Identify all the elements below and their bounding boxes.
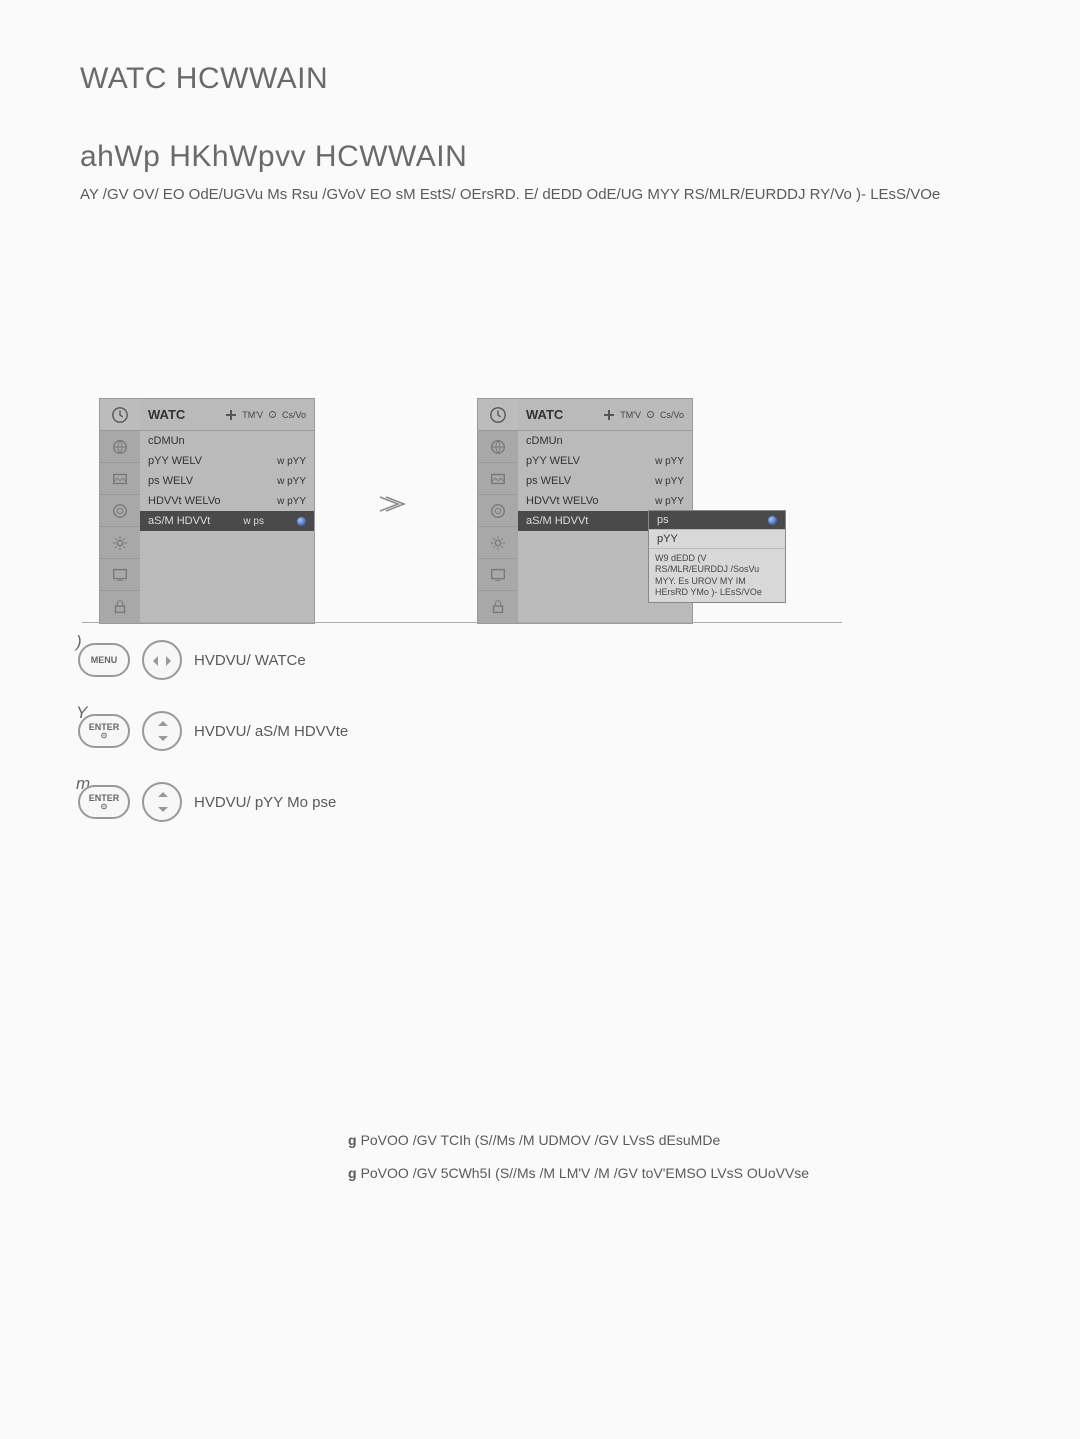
lock-icon[interactable] bbox=[100, 591, 140, 623]
arrow-right-icon bbox=[378, 493, 408, 522]
osd-header: WATC TM'V Cs/Vo bbox=[518, 399, 692, 431]
step-text: HVDVU/ pYY Mo pse bbox=[194, 794, 336, 811]
submenu-note: W9 dEDD (V RS/MLR/EURDDJ /SosVu MYY. Es … bbox=[649, 549, 785, 602]
osd-row-value: w pYY bbox=[655, 456, 684, 467]
osd-row-label: cDMUn bbox=[526, 435, 563, 447]
footer-note-2: gPoVOO /GV 5CWh5I (S//Ms /M LM'V /M /GV … bbox=[348, 1165, 809, 1181]
enter-dot-icon bbox=[768, 516, 777, 525]
globe-icon[interactable] bbox=[100, 431, 140, 463]
button-label: MENU bbox=[91, 656, 118, 665]
osd-row-label: HDVVt WELVo bbox=[526, 495, 599, 507]
gear-icon[interactable] bbox=[478, 527, 518, 559]
enter-dot-icon bbox=[297, 517, 306, 526]
screen-icon[interactable] bbox=[478, 559, 518, 591]
submenu-option-off[interactable]: pYY bbox=[649, 530, 785, 549]
lock-icon[interactable] bbox=[478, 591, 518, 623]
osd-row-label: pYY WELV bbox=[526, 455, 580, 467]
osd-row[interactable]: pYY WELV w pYY bbox=[518, 451, 692, 471]
enter-dot-icon bbox=[269, 411, 276, 418]
osd-row-label: cDMUn bbox=[148, 435, 185, 447]
osd-row-label: aS/M HDVVt bbox=[526, 515, 588, 527]
screen-icon[interactable] bbox=[100, 559, 140, 591]
osd-title: WATC bbox=[148, 407, 185, 422]
osd-row-value: w pYY bbox=[277, 476, 306, 487]
page-title: WATC HCWWAIN bbox=[80, 62, 328, 96]
osd-row[interactable]: cDMUn bbox=[140, 431, 314, 451]
target-icon[interactable] bbox=[100, 495, 140, 527]
osd-row-value: w pYY bbox=[277, 496, 306, 507]
footer-note-1: gPoVOO /GV TCIh (S//Ms /M UDMOV /GV LVsS… bbox=[348, 1132, 720, 1148]
enter-button[interactable]: ENTER⊙ bbox=[78, 714, 130, 748]
target-icon[interactable] bbox=[478, 495, 518, 527]
move-icon bbox=[604, 410, 614, 420]
osd-row[interactable]: pYY WELV w pYY bbox=[140, 451, 314, 471]
osd-row-value: w ps bbox=[243, 516, 264, 527]
step-text: HVDVU/ aS/M HDVVte bbox=[194, 723, 348, 740]
dpad-up-down[interactable] bbox=[142, 782, 182, 822]
osd-padding bbox=[140, 531, 314, 623]
picture-icon[interactable] bbox=[100, 463, 140, 495]
clock-icon[interactable] bbox=[478, 399, 518, 431]
osd-row-label: aS/M HDVVt bbox=[148, 515, 210, 527]
osd-submenu: ps pYY W9 dEDD (V RS/MLR/EURDDJ /SosVu M… bbox=[648, 510, 786, 603]
step-3: m ENTER⊙ HVDVU/ pYY Mo pse bbox=[78, 782, 336, 822]
osd-row-value: w pYY bbox=[655, 476, 684, 487]
osd-row-label: HDVVt WELVo bbox=[148, 495, 221, 507]
picture-icon[interactable] bbox=[478, 463, 518, 495]
osd-row[interactable]: HDVVt WELVo w pYY bbox=[518, 491, 692, 511]
osd-title: WATC bbox=[526, 407, 563, 422]
header-enter-label: Cs/Vo bbox=[660, 410, 684, 420]
osd-row-selected[interactable]: aS/M HDVVt w ps bbox=[140, 511, 314, 531]
header-move-label: TM'V bbox=[620, 410, 641, 420]
osd-row[interactable]: ps WELV w pYY bbox=[518, 471, 692, 491]
osd-row-value: w pYY bbox=[277, 456, 306, 467]
footer-text: PoVOO /GV TCIh (S//Ms /M UDMOV /GV LVsS … bbox=[361, 1132, 721, 1148]
enter-button[interactable]: ENTER⊙ bbox=[78, 785, 130, 819]
osd-row-label: ps WELV bbox=[526, 475, 571, 487]
move-icon bbox=[226, 410, 236, 420]
osd-row[interactable]: HDVVt WELVo w pYY bbox=[140, 491, 314, 511]
submenu-option-on[interactable]: ps bbox=[649, 511, 785, 530]
enter-dot-icon bbox=[647, 411, 654, 418]
osd-row-value: w pYY bbox=[655, 496, 684, 507]
header-enter-label: Cs/Vo bbox=[282, 410, 306, 420]
step-1: ) MENU HVDVU/ WATCe bbox=[78, 640, 306, 680]
step-text: HVDVU/ WATCe bbox=[194, 652, 306, 669]
globe-icon[interactable] bbox=[478, 431, 518, 463]
step-2: Y ENTER⊙ HVDVU/ aS/M HDVVte bbox=[78, 711, 348, 751]
dpad-left-right[interactable] bbox=[142, 640, 182, 680]
submenu-label: pYY bbox=[657, 533, 678, 545]
menu-button[interactable]: MENU bbox=[78, 643, 130, 677]
divider bbox=[82, 622, 842, 623]
osd-header: WATC TM'V Cs/Vo bbox=[140, 399, 314, 431]
osd-body: WATC TM'V Cs/Vo cDMUn pYY WELV w pYY ps W… bbox=[140, 399, 314, 623]
header-move-label: TM'V bbox=[242, 410, 263, 420]
dpad-up-down[interactable] bbox=[142, 711, 182, 751]
osd-row-label: ps WELV bbox=[148, 475, 193, 487]
submenu-label: ps bbox=[657, 514, 669, 526]
osd-row[interactable]: ps WELV w pYY bbox=[140, 471, 314, 491]
section-title: ahWp HKhWpvv HCWWAIN bbox=[80, 140, 467, 174]
gear-icon[interactable] bbox=[100, 527, 140, 559]
osd-panel-left: WATC TM'V Cs/Vo cDMUn pYY WELV w pYY ps W… bbox=[99, 398, 315, 624]
intro-text: AY /GV OV/ EO OdE/UGVu Ms Rsu /GVoV EO s… bbox=[80, 186, 940, 203]
osd-icon-strip bbox=[100, 399, 140, 623]
osd-row-label: pYY WELV bbox=[148, 455, 202, 467]
osd-row[interactable]: cDMUn bbox=[518, 431, 692, 451]
footer-text: PoVOO /GV 5CWh5I (S//Ms /M LM'V /M /GV t… bbox=[361, 1165, 810, 1181]
clock-icon[interactable] bbox=[100, 399, 140, 431]
osd-icon-strip bbox=[478, 399, 518, 623]
